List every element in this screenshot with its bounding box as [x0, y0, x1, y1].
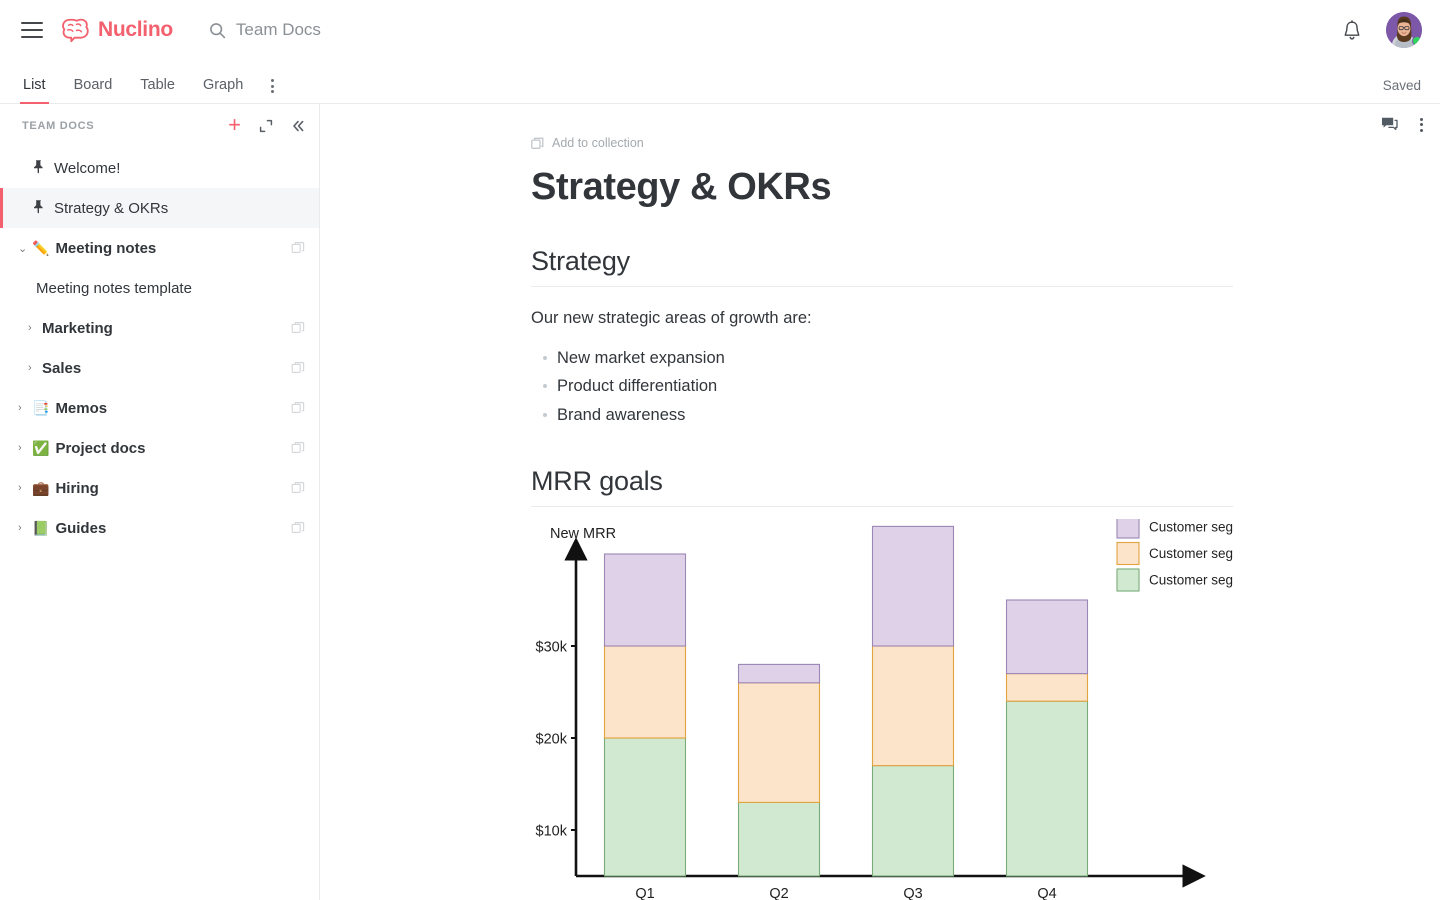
sidebar-item-label: Strategy & OKRs	[54, 199, 169, 217]
sidebar: TEAM DOCS + Welcome! Strategy & OKRs ⌄ ✏…	[0, 104, 320, 900]
list-item: Product differentiation	[531, 372, 1233, 401]
sidebar-item-marketing[interactable]: › Marketing	[0, 308, 319, 348]
nuclino-logo[interactable]: Nuclino	[61, 17, 173, 43]
duplicate-icon[interactable]	[291, 521, 305, 535]
online-status-dot	[1412, 36, 1422, 46]
search-input[interactable]: Team Docs	[209, 20, 321, 40]
view-tabs: List Board Table Graph	[0, 60, 294, 104]
save-status: Saved	[1382, 78, 1421, 93]
sidebar-item-guides[interactable]: › 📗 Guides	[0, 508, 319, 548]
tab-board[interactable]: Board	[74, 77, 113, 103]
sidebar-title: TEAM DOCS	[22, 120, 95, 132]
sidebar-item-sales[interactable]: › Sales	[0, 348, 319, 388]
duplicate-icon[interactable]	[291, 361, 305, 375]
chevron-right-icon[interactable]: ›	[28, 322, 40, 334]
mrr-goals-chart: New MRR $10k $20k $30k Q1 Q2 Q3 Q4 Customer segm…	[531, 519, 1233, 900]
sidebar-item-memos[interactable]: › 📑 Memos	[0, 388, 319, 428]
page-title: Strategy & OKRs	[531, 166, 832, 208]
view-tab-bar: List Board Table Graph Saved	[0, 60, 1440, 104]
comment-icon[interactable]	[1381, 116, 1398, 133]
search-icon	[209, 22, 226, 39]
svg-text:Customer segmer: Customer segmer	[1149, 546, 1233, 561]
stacked-bar-chart: New MRR $10k $20k $30k Q1 Q2 Q3 Q4 Customer segm…	[536, 519, 1233, 900]
chevron-right-icon[interactable]: ›	[28, 362, 40, 374]
duplicate-icon[interactable]	[291, 241, 305, 255]
sidebar-item-meeting-notes[interactable]: ⌄ ✏️ Meeting notes	[0, 228, 319, 268]
sidebar-item-label: Meeting notes	[55, 239, 157, 257]
sidebar-item-label: Welcome!	[54, 159, 121, 177]
svg-text:$10k: $10k	[536, 824, 568, 840]
sidebar-item-project-docs[interactable]: › ✅ Project docs	[0, 428, 319, 468]
chevron-right-icon[interactable]: ›	[18, 402, 30, 414]
sidebar-item-label: Meeting notes template	[36, 279, 192, 297]
svg-text:New MRR: New MRR	[550, 526, 616, 542]
svg-text:Q3: Q3	[903, 886, 922, 900]
duplicate-icon[interactable]	[291, 321, 305, 335]
add-item-button[interactable]: +	[228, 114, 241, 136]
sidebar-item-label: Memos	[55, 399, 108, 417]
tab-list[interactable]: List	[20, 77, 49, 104]
svg-text:Q4: Q4	[1037, 886, 1056, 900]
list-item: New market expansion	[531, 344, 1233, 373]
chevron-right-icon[interactable]: ›	[18, 522, 30, 534]
collapse-sidebar-icon[interactable]	[291, 119, 305, 133]
collection-icon	[531, 137, 544, 150]
svg-text:$30k: $30k	[536, 640, 568, 656]
svg-text:Customer segmer: Customer segmer	[1149, 520, 1233, 535]
chevron-down-icon[interactable]: ⌄	[18, 242, 30, 255]
section-heading-mrr-goals: MRR goals	[531, 466, 1233, 508]
brand-name: Nuclino	[98, 18, 173, 41]
search-value: Team Docs	[235, 20, 321, 39]
memo-emoji-icon: 📑	[32, 400, 50, 416]
svg-text:$20k: $20k	[536, 732, 568, 748]
briefcase-emoji-icon: 💼	[32, 480, 50, 496]
sidebar-item-label: Sales	[42, 359, 82, 377]
check-emoji-icon: ✅	[32, 440, 50, 456]
pencil-emoji-icon: ✏️	[32, 240, 50, 256]
document-body: Add to collection Strategy & OKRs Strate…	[531, 104, 1233, 900]
section-heading-strategy: Strategy	[531, 246, 1233, 287]
duplicate-icon[interactable]	[291, 481, 305, 495]
document-toolbar	[1381, 116, 1423, 133]
sidebar-item-hiring[interactable]: › 💼 Hiring	[0, 468, 319, 508]
list-item: Brand awareness	[531, 401, 1233, 430]
sidebar-item-welcome[interactable]: Welcome!	[0, 148, 319, 188]
duplicate-icon[interactable]	[291, 441, 305, 455]
sidebar-item-meeting-notes-template[interactable]: Meeting notes template	[0, 268, 319, 308]
sidebar-item-label: Guides	[55, 519, 107, 537]
expand-icon[interactable]	[259, 119, 273, 133]
hamburger-menu-icon[interactable]	[21, 22, 43, 38]
sidebar-actions: +	[228, 114, 305, 136]
top-bar-right-actions	[1342, 12, 1422, 48]
add-to-collection-button[interactable]: Add to collection	[531, 136, 644, 150]
sidebar-item-label: Hiring	[55, 479, 99, 497]
sidebar-item-label: Marketing	[42, 319, 113, 337]
tab-table[interactable]: Table	[140, 77, 175, 103]
intro-paragraph: Our new strategic areas of growth are:	[531, 308, 812, 327]
chevron-right-icon[interactable]: ›	[18, 442, 30, 454]
book-emoji-icon: 📗	[32, 520, 50, 536]
sidebar-item-strategy-okrs[interactable]: Strategy & OKRs	[0, 188, 319, 228]
user-avatar[interactable]	[1386, 12, 1422, 48]
sidebar-item-label: Project docs	[55, 439, 146, 457]
tabs-more-icon[interactable]	[271, 79, 275, 103]
svg-text:Customer segmer: Customer segmer	[1149, 573, 1233, 588]
svg-text:Q2: Q2	[769, 886, 788, 900]
duplicate-icon[interactable]	[291, 401, 305, 415]
pin-icon	[32, 199, 45, 218]
document-options-icon[interactable]	[1420, 117, 1423, 132]
sidebar-header: TEAM DOCS +	[0, 104, 319, 148]
brain-logo-icon	[61, 17, 91, 43]
strategy-bullet-list: New market expansion Product differentia…	[531, 344, 1233, 431]
bell-icon[interactable]	[1342, 19, 1362, 41]
document-area: Add to collection Strategy & OKRs Strate…	[320, 104, 1440, 900]
chevron-right-icon[interactable]: ›	[18, 482, 30, 494]
svg-text:Q1: Q1	[635, 886, 654, 900]
tab-graph[interactable]: Graph	[203, 77, 243, 103]
add-to-collection-label: Add to collection	[552, 136, 644, 150]
pin-icon	[32, 159, 45, 178]
top-bar: Nuclino Team Docs	[0, 0, 1440, 60]
